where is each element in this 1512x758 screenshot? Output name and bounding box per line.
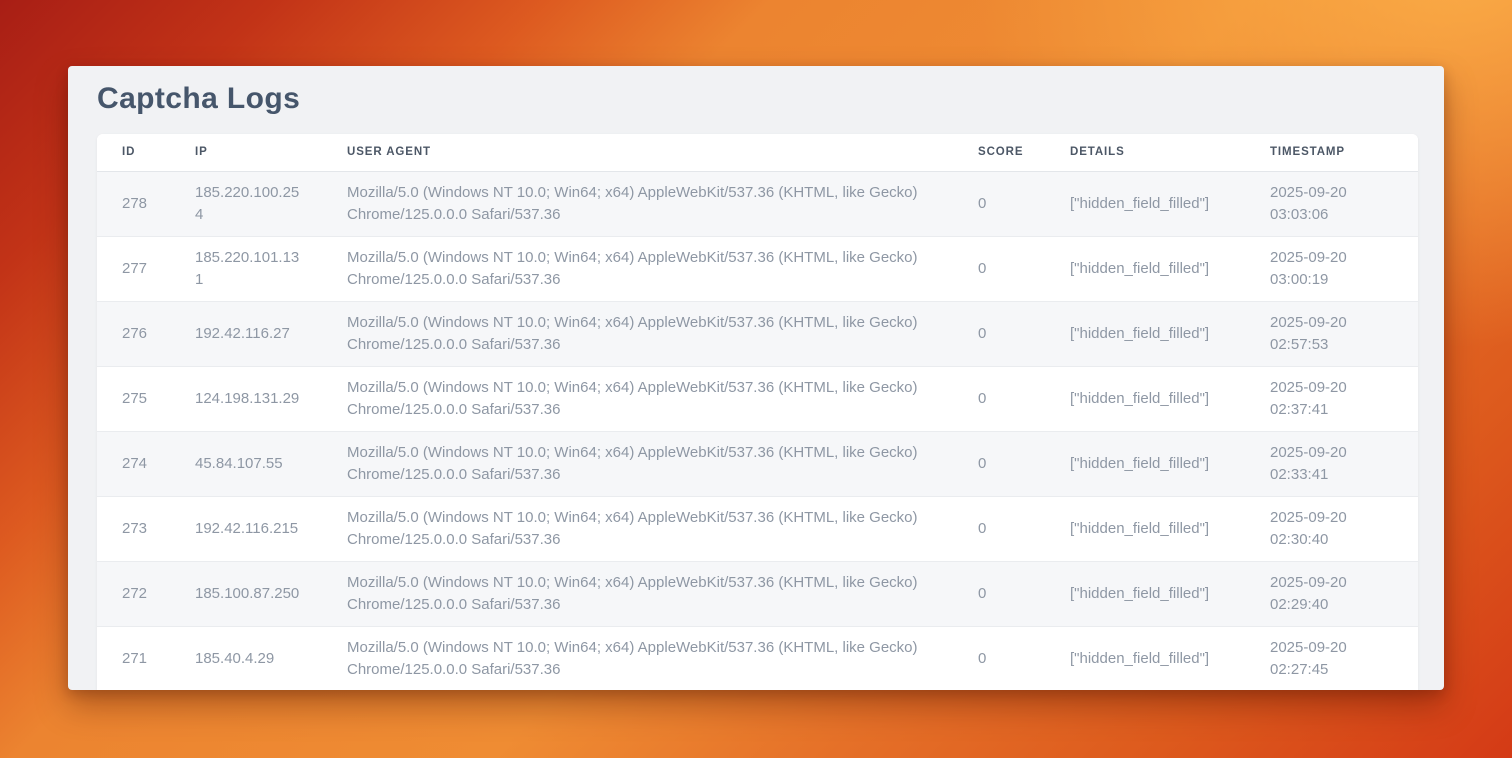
cell-user-agent: Mozilla/5.0 (Windows NT 10.0; Win64; x64… xyxy=(322,236,953,301)
cell-user-agent: Mozilla/5.0 (Windows NT 10.0; Win64; x64… xyxy=(322,171,953,236)
cell-id: 276 xyxy=(97,301,170,366)
header-cell-details: DETAILS xyxy=(1045,134,1245,171)
cell-ip: 185.220.101.131 xyxy=(170,236,322,301)
cell-score: 0 xyxy=(953,301,1045,366)
cell-id: 278 xyxy=(97,171,170,236)
header-cell-user-agent: USER AGENT xyxy=(322,134,953,171)
cell-user-agent: Mozilla/5.0 (Windows NT 10.0; Win64; x64… xyxy=(322,431,953,496)
cell-id: 277 xyxy=(97,236,170,301)
cell-details: ["hidden_field_filled"] xyxy=(1045,626,1245,690)
cell-ip: 45.84.107.55 xyxy=(170,431,322,496)
cell-ip: 185.100.87.250 xyxy=(170,561,322,626)
table-row: 277 185.220.101.131 Mozilla/5.0 (Windows… xyxy=(97,236,1418,301)
cell-id: 273 xyxy=(97,496,170,561)
cell-user-agent: Mozilla/5.0 (Windows NT 10.0; Win64; x64… xyxy=(322,626,953,690)
cell-timestamp: 2025-09-20 02:29:40 xyxy=(1245,561,1418,626)
cell-details: ["hidden_field_filled"] xyxy=(1045,301,1245,366)
page-background: { "page": { "title": "Captcha Logs" }, "… xyxy=(0,0,1512,758)
table-header-row: ID IP USER AGENT SCORE DETAILS TIMESTAMP xyxy=(97,134,1418,171)
cell-id: 272 xyxy=(97,561,170,626)
cell-timestamp: 2025-09-20 03:00:19 xyxy=(1245,236,1418,301)
cell-timestamp: 2025-09-20 02:57:53 xyxy=(1245,301,1418,366)
cell-score: 0 xyxy=(953,626,1045,690)
cell-details: ["hidden_field_filled"] xyxy=(1045,431,1245,496)
table-header: ID IP USER AGENT SCORE DETAILS TIMESTAMP xyxy=(97,134,1418,171)
logs-table: ID IP USER AGENT SCORE DETAILS TIMESTAMP… xyxy=(97,134,1418,690)
cell-ip: 185.220.100.254 xyxy=(170,171,322,236)
cell-details: ["hidden_field_filled"] xyxy=(1045,171,1245,236)
cell-details: ["hidden_field_filled"] xyxy=(1045,561,1245,626)
cell-user-agent: Mozilla/5.0 (Windows NT 10.0; Win64; x64… xyxy=(322,366,953,431)
cell-user-agent: Mozilla/5.0 (Windows NT 10.0; Win64; x64… xyxy=(322,301,953,366)
cell-score: 0 xyxy=(953,366,1045,431)
cell-details: ["hidden_field_filled"] xyxy=(1045,236,1245,301)
cell-timestamp: 2025-09-20 02:27:45 xyxy=(1245,626,1418,690)
cell-timestamp: 2025-09-20 02:30:40 xyxy=(1245,496,1418,561)
logs-table-container: ID IP USER AGENT SCORE DETAILS TIMESTAMP… xyxy=(97,134,1418,690)
cell-ip: 192.42.116.215 xyxy=(170,496,322,561)
table-row: 276 192.42.116.27 Mozilla/5.0 (Windows N… xyxy=(97,301,1418,366)
cell-timestamp: 2025-09-20 02:37:41 xyxy=(1245,366,1418,431)
table-row: 274 45.84.107.55 Mozilla/5.0 (Windows NT… xyxy=(97,431,1418,496)
cell-details: ["hidden_field_filled"] xyxy=(1045,496,1245,561)
cell-score: 0 xyxy=(953,496,1045,561)
cell-id: 275 xyxy=(97,366,170,431)
table-row: 275 124.198.131.29 Mozilla/5.0 (Windows … xyxy=(97,366,1418,431)
cell-details: ["hidden_field_filled"] xyxy=(1045,366,1245,431)
cell-score: 0 xyxy=(953,561,1045,626)
header-cell-id: ID xyxy=(97,134,170,171)
header-cell-score: SCORE xyxy=(953,134,1045,171)
table-body: 278 185.220.100.254 Mozilla/5.0 (Windows… xyxy=(97,171,1418,690)
cell-ip: 124.198.131.29 xyxy=(170,366,322,431)
cell-id: 274 xyxy=(97,431,170,496)
cell-score: 0 xyxy=(953,236,1045,301)
header-cell-ip: IP xyxy=(170,134,322,171)
cell-ip: 185.40.4.29 xyxy=(170,626,322,690)
cell-score: 0 xyxy=(953,431,1045,496)
header-cell-timestamp: TIMESTAMP xyxy=(1245,134,1418,171)
cell-timestamp: 2025-09-20 03:03:06 xyxy=(1245,171,1418,236)
captcha-logs-card: Captcha Logs ID IP USER AGENT SCORE DETA… xyxy=(68,66,1444,690)
cell-user-agent: Mozilla/5.0 (Windows NT 10.0; Win64; x64… xyxy=(322,496,953,561)
table-row: 271 185.40.4.29 Mozilla/5.0 (Windows NT … xyxy=(97,626,1418,690)
cell-score: 0 xyxy=(953,171,1045,236)
table-row: 278 185.220.100.254 Mozilla/5.0 (Windows… xyxy=(97,171,1418,236)
table-row: 273 192.42.116.215 Mozilla/5.0 (Windows … xyxy=(97,496,1418,561)
cell-ip: 192.42.116.27 xyxy=(170,301,322,366)
table-row: 272 185.100.87.250 Mozilla/5.0 (Windows … xyxy=(97,561,1418,626)
cell-id: 271 xyxy=(97,626,170,690)
page-title: Captcha Logs xyxy=(97,82,1444,116)
cell-timestamp: 2025-09-20 02:33:41 xyxy=(1245,431,1418,496)
cell-user-agent: Mozilla/5.0 (Windows NT 10.0; Win64; x64… xyxy=(322,561,953,626)
